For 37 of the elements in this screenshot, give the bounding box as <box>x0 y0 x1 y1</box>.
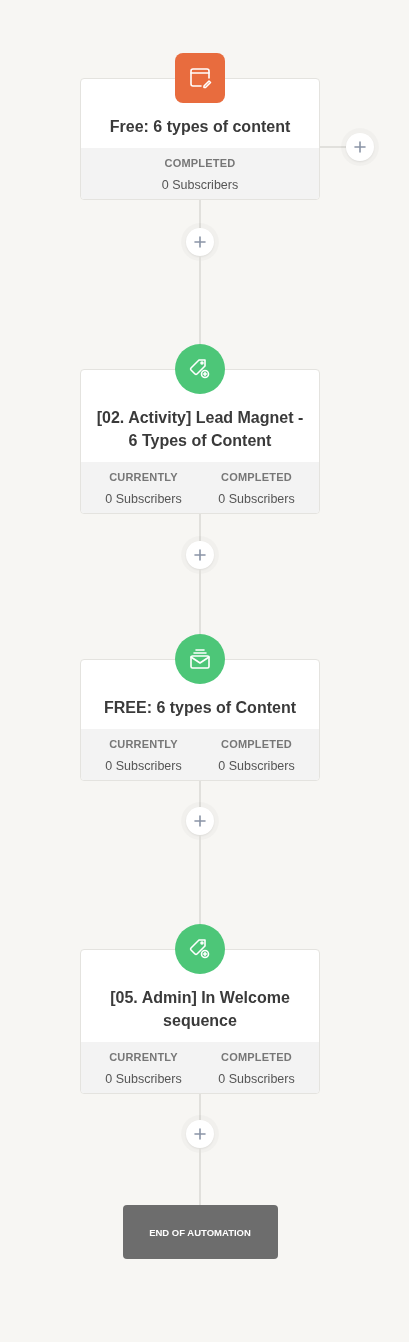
stat-label: COMPLETED <box>164 157 236 169</box>
step-title: [05. Admin] In Welcome sequence <box>109 988 291 1031</box>
stat-value: 0 Subscribers <box>161 178 239 192</box>
stat-label: COMPLETED <box>221 471 292 483</box>
step-title: FREE: 6 types of Content <box>103 698 297 718</box>
step-card[interactable]: FREE: 6 types of Content CURRENTLY 0 Subscribers COMPLETED 0 Subscribers <box>80 659 320 781</box>
add-step-button[interactable] <box>186 541 214 569</box>
plus-icon <box>194 815 206 827</box>
stat-label: CURRENTLY <box>109 471 178 483</box>
plus-icon <box>194 1128 206 1140</box>
stat-label: COMPLETED <box>221 1051 292 1063</box>
browser-edit-icon <box>188 66 212 90</box>
stat-value: 0 Subscribers <box>218 1072 295 1086</box>
add-step-button[interactable] <box>186 228 214 256</box>
add-step-button[interactable] <box>346 133 374 161</box>
add-step-button[interactable] <box>186 1120 214 1148</box>
stat-value: 0 Subscribers <box>105 759 182 773</box>
add-step-button[interactable] <box>186 807 214 835</box>
stat-value: 0 Subscribers <box>105 1072 182 1086</box>
plus-icon <box>194 549 206 561</box>
tag-plus-icon <box>188 937 212 961</box>
step-card[interactable]: [02. Activity] Lead Magnet - 6 Types of Content CURRENTLY 0 Subscribers COMPLETED 0 Subscribers <box>80 369 320 514</box>
stat-value: 0 Subscribers <box>218 759 295 773</box>
stat-label: CURRENTLY <box>109 738 178 750</box>
stat-value: 0 Subscribers <box>218 492 295 506</box>
plus-icon <box>354 141 366 153</box>
tag-plus-icon <box>188 357 212 381</box>
step-card[interactable]: [05. Admin] In Welcome sequence CURRENTLY 0 Subscribers COMPLETED 0 Subscribers <box>80 949 320 1094</box>
plus-icon <box>194 236 206 248</box>
step-title: [02. Activity] Lead Magnet - 6 Types of Content <box>95 408 305 451</box>
end-of-automation-block: END OF AUTOMATION <box>122 1205 278 1259</box>
envelope-icon <box>188 647 212 671</box>
step-title: Free: 6 types of content <box>108 117 292 137</box>
step-card[interactable]: Free: 6 types of content COMPLETED 0 Subscribers <box>80 78 320 200</box>
stat-value: 0 Subscribers <box>105 492 182 506</box>
stat-label: CURRENTLY <box>109 1051 178 1063</box>
stat-label: COMPLETED <box>221 738 292 750</box>
